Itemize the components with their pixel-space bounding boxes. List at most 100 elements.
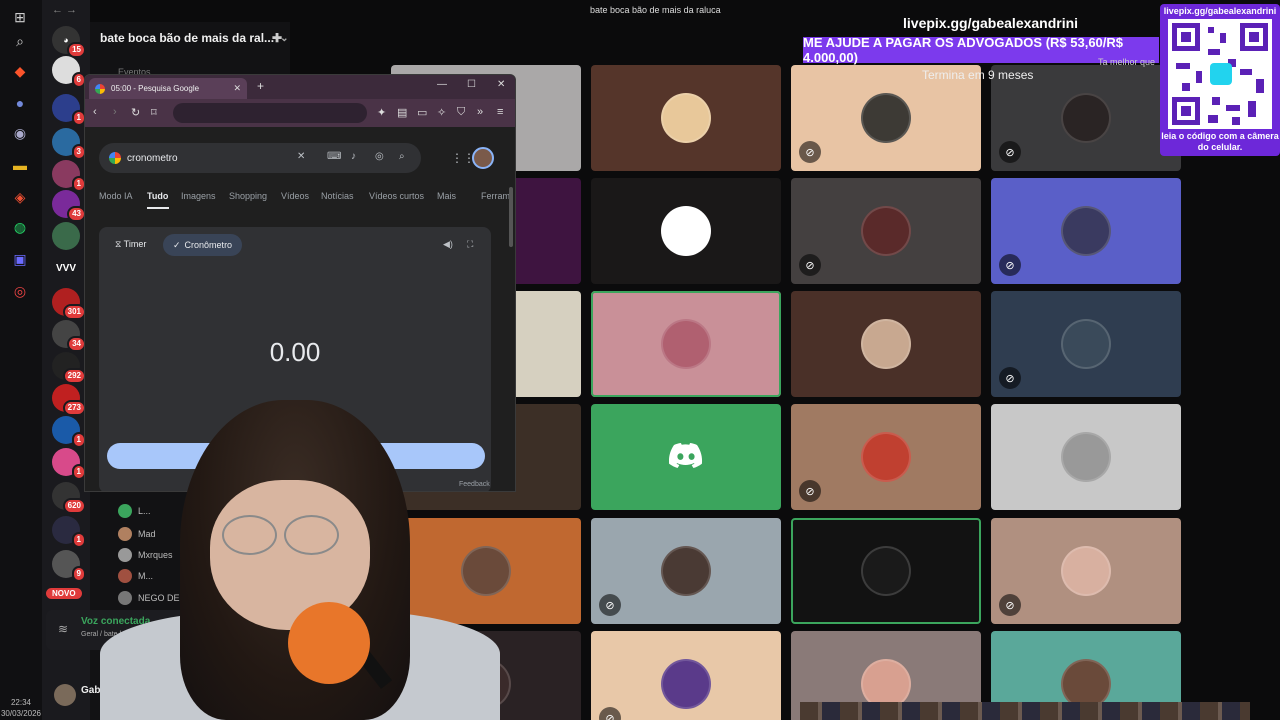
extensions-icon[interactable]: ✦ bbox=[377, 106, 386, 119]
timer-tab[interactable]: ⧖ Timer bbox=[115, 239, 146, 250]
server-icon[interactable]: 620 bbox=[52, 482, 86, 514]
server-icon[interactable]: 1 bbox=[52, 448, 86, 480]
filter-ferramentas[interactable]: Ferram bbox=[481, 191, 510, 201]
more-icon[interactable]: » bbox=[477, 106, 483, 118]
video-tile[interactable]: ⊘ bbox=[991, 178, 1181, 284]
filter-noticias[interactable]: Notícias bbox=[321, 191, 354, 201]
server-icon[interactable]: VVV bbox=[52, 254, 80, 282]
filter-imagens[interactable]: Imagens bbox=[181, 191, 216, 201]
filter-videos-curtos[interactable]: Vídeos curtos bbox=[369, 191, 424, 201]
search-input[interactable]: cronometro ✕ ⌨ ♪ ◎ ⌕ bbox=[99, 143, 421, 173]
feedback-link[interactable]: Feedback bbox=[459, 481, 490, 488]
new-badge[interactable]: NOVO bbox=[46, 588, 82, 599]
server-icon[interactable]: 1 bbox=[52, 516, 86, 548]
video-tile[interactable] bbox=[591, 65, 781, 171]
video-tile[interactable] bbox=[791, 291, 981, 397]
filter-videos[interactable]: Vídeos bbox=[281, 191, 309, 201]
avatar[interactable] bbox=[472, 147, 494, 169]
stopwatch-tab[interactable]: ✓ Cronômetro bbox=[163, 234, 243, 256]
lens-icon[interactable]: ◎ bbox=[375, 151, 384, 162]
scrollbar[interactable] bbox=[509, 187, 513, 247]
address-bar[interactable] bbox=[173, 103, 367, 123]
video-tile[interactable] bbox=[991, 404, 1181, 510]
close-tab-icon[interactable]: ✕ bbox=[233, 83, 241, 94]
steam-icon[interactable]: ◉ bbox=[9, 122, 31, 144]
avatar[interactable] bbox=[54, 684, 76, 706]
server-icon[interactable]: 9 bbox=[52, 550, 86, 582]
clock-time[interactable]: 22:34 bbox=[0, 698, 42, 707]
video-tile[interactable]: ⊘ bbox=[591, 631, 781, 720]
avatar bbox=[861, 546, 911, 596]
dm-button[interactable]: ◕ 15 bbox=[52, 26, 86, 58]
server-icon[interactable]: 3 bbox=[52, 128, 86, 160]
record-icon[interactable]: ◎ bbox=[9, 280, 31, 302]
forward-button[interactable]: › bbox=[113, 106, 117, 118]
member-item[interactable]: L... bbox=[118, 502, 151, 520]
clock-date[interactable]: 30/03/2026 bbox=[0, 709, 42, 718]
search-icon[interactable]: ⌕ bbox=[9, 30, 31, 52]
app-icon[interactable]: ▣ bbox=[9, 248, 31, 270]
menu-icon[interactable]: ≡ bbox=[497, 106, 503, 118]
video-tile[interactable] bbox=[591, 178, 781, 284]
server-icon[interactable] bbox=[52, 222, 80, 250]
nav-arrows[interactable]: ← → bbox=[52, 4, 77, 16]
avatar bbox=[661, 93, 711, 143]
clear-icon[interactable]: ✕ bbox=[297, 151, 305, 162]
server-icon[interactable]: 1 bbox=[52, 160, 86, 192]
avatar bbox=[1061, 206, 1111, 256]
unread-badge: 301 bbox=[62, 304, 86, 320]
server-icon[interactable]: 1 bbox=[52, 94, 86, 126]
minimize-button[interactable]: — bbox=[437, 79, 447, 90]
server-header[interactable]: bate boca bão de mais da ral... ⌄ ✚ bbox=[90, 22, 290, 54]
server-icon[interactable]: 301 bbox=[52, 288, 86, 320]
video-tile[interactable]: ⊘ bbox=[991, 291, 1181, 397]
server-icon[interactable]: 43 bbox=[52, 190, 86, 222]
browser-tab[interactable]: 05:00 - Pesquisa Google ✕ bbox=[89, 78, 247, 99]
filter-mais[interactable]: Mais bbox=[437, 191, 456, 201]
server-icon[interactable]: 34 bbox=[52, 320, 86, 352]
fullscreen-icon[interactable]: ⛶ bbox=[467, 239, 473, 250]
volume-icon[interactable]: ◀) bbox=[443, 239, 453, 250]
filter-shopping[interactable]: Shopping bbox=[229, 191, 267, 201]
mic-icon[interactable]: ♪ bbox=[351, 151, 356, 162]
ai-icon[interactable]: ✧ bbox=[437, 106, 446, 119]
server-icon[interactable]: 1 bbox=[52, 416, 86, 448]
video-tile[interactable]: ⊘ bbox=[991, 518, 1181, 624]
server-icon[interactable]: 6 bbox=[52, 56, 86, 88]
muted-mic-icon: ⊘ bbox=[599, 707, 621, 720]
member-item[interactable]: Mxrques bbox=[118, 546, 173, 564]
add-member-icon[interactable]: ✚ bbox=[272, 31, 282, 45]
sidepanel-icon[interactable]: ▤ bbox=[397, 106, 407, 119]
google-icon bbox=[109, 152, 121, 164]
video-tile[interactable]: ⊘ bbox=[791, 404, 981, 510]
keyboard-icon[interactable]: ⌨ bbox=[327, 151, 341, 162]
video-tile[interactable] bbox=[591, 404, 781, 510]
brave-icon[interactable]: ◆ bbox=[9, 60, 31, 82]
video-tile[interactable]: ⊘ bbox=[791, 178, 981, 284]
shield-icon[interactable]: ⛉ bbox=[457, 106, 465, 119]
member-item[interactable]: M... bbox=[118, 567, 153, 585]
member-item[interactable]: Mad bbox=[118, 525, 156, 543]
filter-tudo[interactable]: Tudo bbox=[147, 191, 168, 201]
back-button[interactable]: ‹ bbox=[93, 106, 97, 118]
whatsapp-icon[interactable]: ◍ bbox=[9, 216, 31, 238]
filter-modo-ia[interactable]: Modo IA bbox=[99, 191, 133, 201]
server-icon[interactable]: 273 bbox=[52, 384, 86, 416]
video-tile[interactable] bbox=[591, 291, 781, 397]
video-tile[interactable] bbox=[791, 518, 981, 624]
discord-icon[interactable]: ● bbox=[9, 92, 31, 114]
wallet-icon[interactable]: ▭ bbox=[417, 106, 427, 119]
search-icon[interactable]: ⌕ bbox=[399, 151, 405, 162]
close-window-button[interactable]: ✕ bbox=[497, 79, 505, 90]
reload-button[interactable]: ↻ bbox=[131, 106, 140, 119]
windows-start-icon[interactable]: ⊞ bbox=[9, 6, 31, 28]
server-icon[interactable]: 292 bbox=[52, 352, 86, 384]
folder-icon[interactable]: ▬ bbox=[9, 154, 31, 176]
bookmark-icon[interactable]: ⌑ bbox=[151, 106, 157, 119]
video-tile[interactable]: ⊘ bbox=[591, 518, 781, 624]
new-tab-button[interactable]: + bbox=[257, 79, 264, 93]
member-name: Mad bbox=[138, 529, 156, 539]
maximize-button[interactable]: ☐ bbox=[467, 79, 476, 90]
git-icon[interactable]: ◈ bbox=[9, 186, 31, 208]
video-tile[interactable] bbox=[391, 518, 581, 624]
